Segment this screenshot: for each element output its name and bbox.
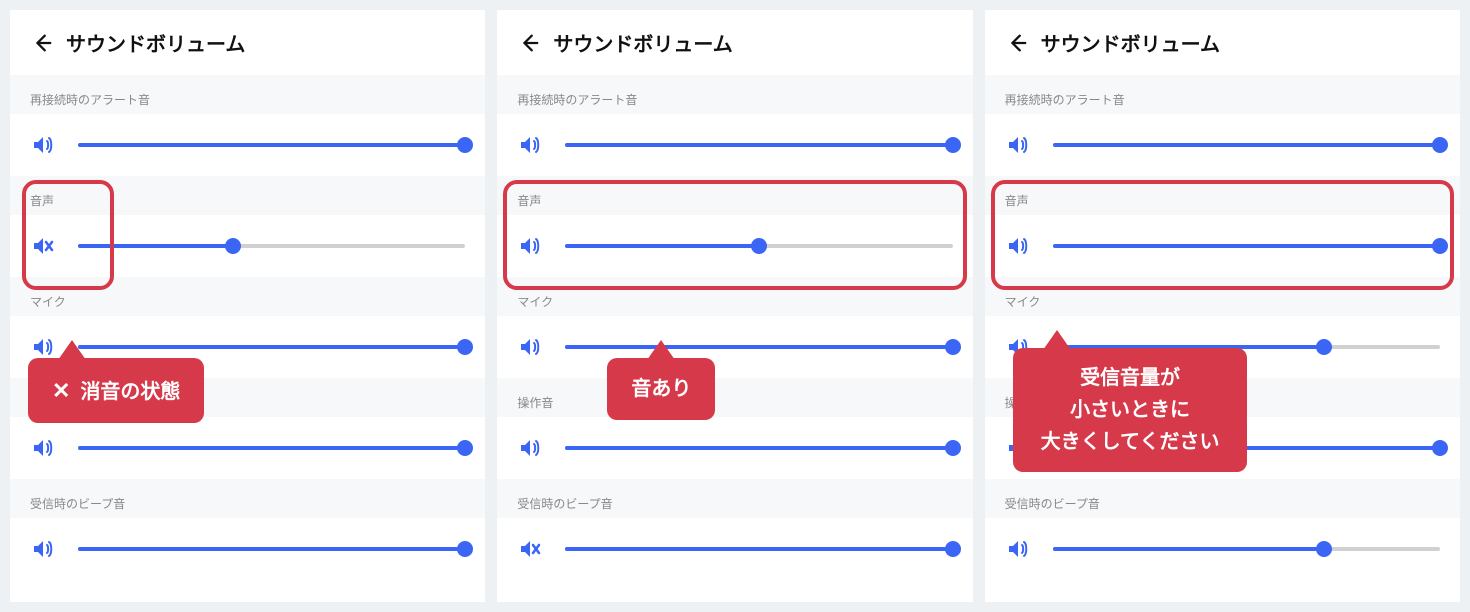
back-arrow-icon[interactable] [30, 31, 54, 55]
volume-slider[interactable] [1053, 547, 1440, 551]
section-operation-sound: 操作音 [497, 378, 972, 479]
section-label: 再接続時のアラート音 [10, 75, 485, 114]
volume-icon[interactable] [30, 334, 56, 360]
section-receive-beep: 受信時のビープ音 [985, 479, 1460, 580]
callout-bubble: 受信音量が 小さいときに 大きくしてください [1013, 348, 1248, 472]
slider-row-reconnect-alert [30, 114, 465, 176]
slider-row-receive-beep [517, 518, 952, 580]
section-receive-beep: 受信時のビープ音 [497, 479, 972, 580]
volume-slider[interactable] [78, 446, 465, 450]
volume-slider[interactable] [565, 345, 952, 349]
back-arrow-icon[interactable] [1005, 31, 1029, 55]
volume-icon[interactable] [517, 334, 543, 360]
slider-row-voice [30, 215, 465, 277]
volume-slider[interactable] [78, 244, 465, 248]
page-title: サウンドボリューム [553, 28, 732, 57]
slider-row-receive-beep [30, 518, 465, 580]
section-label: マイク [497, 277, 972, 316]
section-voice: 音声 [497, 176, 972, 277]
slider-row-reconnect-alert [517, 114, 952, 176]
section-receive-beep: 受信時のビープ音 [10, 479, 485, 580]
volume-icon[interactable] [30, 536, 56, 562]
section-label: 再接続時のアラート音 [497, 75, 972, 114]
slider-row-mic [517, 316, 952, 378]
page-title: サウンドボリューム [1041, 28, 1220, 57]
section-reconnect-alert: 再接続時のアラート音 [985, 75, 1460, 176]
volume-icon[interactable] [1005, 132, 1031, 158]
volume-slider[interactable] [1053, 143, 1440, 147]
section-voice: 音声 [985, 176, 1460, 277]
volume-icon[interactable] [517, 233, 543, 259]
section-label: 操作音 [497, 378, 972, 417]
volume-slider[interactable] [565, 446, 952, 450]
section-label: 受信時のビープ音 [985, 479, 1460, 518]
x-icon: ✕ [52, 378, 70, 403]
section-reconnect-alert: 再接続時のアラート音 [497, 75, 972, 176]
section-label: 再接続時のアラート音 [985, 75, 1460, 114]
panel-header: サウンドボリューム [10, 10, 485, 75]
slider-row-operation-sound [517, 417, 952, 479]
slider-row-reconnect-alert [1005, 114, 1440, 176]
volume-slider[interactable] [78, 547, 465, 551]
back-arrow-icon[interactable] [517, 31, 541, 55]
volume-icon[interactable] [517, 132, 543, 158]
callout-text: 消音の状態 [80, 381, 180, 403]
callout-text: 受信音量が 小さいときに 大きくしてください [1041, 362, 1220, 458]
panel-header: サウンドボリューム [985, 10, 1460, 75]
volume-icon[interactable] [30, 132, 56, 158]
section-label: 受信時のビープ音 [497, 479, 972, 518]
callout-bubble: 音あり [607, 358, 715, 420]
volume-slider[interactable] [565, 244, 952, 248]
section-label: 音声 [497, 176, 972, 215]
volume-slider[interactable] [565, 143, 952, 147]
slider-row-voice [1005, 215, 1440, 277]
section-label: 受信時のビープ音 [10, 479, 485, 518]
settings-panel: サウンドボリューム 再接続時のアラート音 音声 マイク 操作音 [497, 10, 972, 602]
volume-slider[interactable] [78, 345, 465, 349]
settings-panel: サウンドボリューム 再接続時のアラート音 音声 マイク 操作音 [985, 10, 1460, 602]
volume-icon[interactable] [1005, 233, 1031, 259]
section-mic: マイク [497, 277, 972, 378]
volume-muted-icon[interactable] [30, 233, 56, 259]
section-label: 音声 [10, 176, 485, 215]
volume-icon[interactable] [1005, 536, 1031, 562]
slider-row-operation-sound [30, 417, 465, 479]
section-label: マイク [10, 277, 485, 316]
volume-icon[interactable] [30, 435, 56, 461]
section-label: マイク [985, 277, 1460, 316]
volume-slider[interactable] [78, 143, 465, 147]
section-reconnect-alert: 再接続時のアラート音 [10, 75, 485, 176]
volume-icon[interactable] [517, 435, 543, 461]
settings-panel: サウンドボリューム 再接続時のアラート音 音声 マイク 操作音 [10, 10, 485, 602]
page-title: サウンドボリューム [66, 28, 245, 57]
section-label: 音声 [985, 176, 1460, 215]
volume-slider[interactable] [565, 547, 952, 551]
callout-bubble: ✕ 消音の状態 [28, 358, 204, 423]
slider-row-receive-beep [1005, 518, 1440, 580]
slider-row-voice [517, 215, 952, 277]
panel-header: サウンドボリューム [497, 10, 972, 75]
volume-slider[interactable] [1053, 244, 1440, 248]
section-voice: 音声 [10, 176, 485, 277]
callout-text: 音あり [631, 378, 691, 400]
volume-muted-icon[interactable] [517, 536, 543, 562]
